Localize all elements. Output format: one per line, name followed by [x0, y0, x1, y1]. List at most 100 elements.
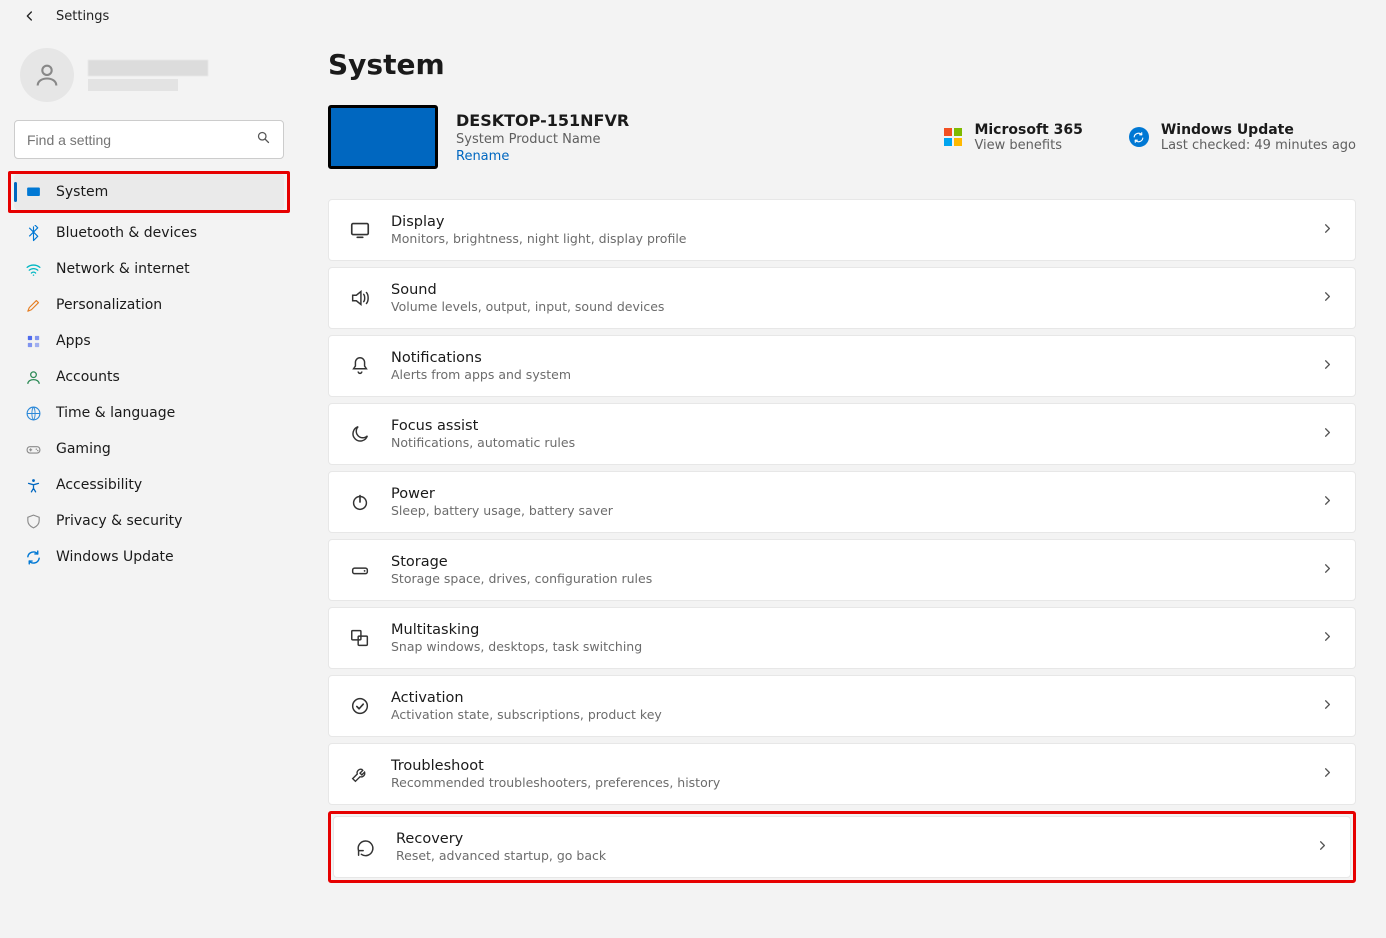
- setting-row-recovery[interactable]: RecoveryReset, advanced startup, go back: [333, 816, 1351, 878]
- setting-row-power[interactable]: PowerSleep, battery usage, battery saver: [328, 471, 1356, 533]
- wrench-icon: [349, 763, 371, 785]
- sidebar-item-privacy[interactable]: Privacy & security: [14, 503, 284, 539]
- sidebar-item-label: Windows Update: [56, 549, 174, 565]
- chevron-right-icon: [1320, 289, 1335, 308]
- sidebar-item-label: Gaming: [56, 441, 111, 457]
- search-icon: [256, 130, 271, 149]
- setting-subtitle: Notifications, automatic rules: [391, 435, 575, 450]
- accessibility-icon: [24, 476, 42, 494]
- sidebar-item-label: Network & internet: [56, 261, 190, 277]
- device-header: DESKTOP-151NFVR System Product Name Rena…: [328, 105, 1356, 169]
- sidebar-item-label: Accounts: [56, 369, 120, 385]
- globe-icon: [24, 404, 42, 422]
- monitor-icon: [349, 219, 371, 241]
- multitask-icon: [349, 627, 371, 649]
- rename-link[interactable]: Rename: [456, 149, 629, 164]
- sidebar-item-label: System: [56, 184, 108, 200]
- highlight-system: System: [8, 171, 290, 213]
- setting-subtitle: Snap windows, desktops, task switching: [391, 639, 642, 654]
- gamepad-icon: [24, 440, 42, 458]
- bell-icon: [349, 355, 371, 377]
- window-title: Settings: [56, 9, 109, 24]
- sidebar-item-apps[interactable]: Apps: [14, 323, 284, 359]
- chevron-right-icon: [1320, 493, 1335, 512]
- profile-block[interactable]: [14, 42, 284, 120]
- speaker-icon: [349, 287, 371, 309]
- setting-subtitle: Monitors, brightness, night light, displ…: [391, 231, 686, 246]
- chevron-right-icon: [1320, 425, 1335, 444]
- desktop-thumbnail: [328, 105, 438, 169]
- wu-title: Windows Update: [1161, 122, 1356, 138]
- avatar: [20, 48, 74, 102]
- main-content: System DESKTOP-151NFVR System Product Na…: [298, 42, 1386, 938]
- page-title: System: [328, 48, 1356, 81]
- setting-title: Activation: [391, 690, 662, 706]
- wu-subtitle: Last checked: 49 minutes ago: [1161, 138, 1356, 153]
- chevron-right-icon: [1320, 697, 1335, 716]
- setting-title: Troubleshoot: [391, 758, 720, 774]
- setting-row-display[interactable]: DisplayMonitors, brightness, night light…: [328, 199, 1356, 261]
- setting-title: Power: [391, 486, 613, 502]
- setting-row-multitasking[interactable]: MultitaskingSnap windows, desktops, task…: [328, 607, 1356, 669]
- sync-icon: [24, 548, 42, 566]
- back-button[interactable]: [22, 8, 38, 24]
- sidebar-item-accounts[interactable]: Accounts: [14, 359, 284, 395]
- m365-subtitle: View benefits: [974, 138, 1082, 153]
- chevron-right-icon: [1320, 765, 1335, 784]
- setting-row-storage[interactable]: StorageStorage space, drives, configurat…: [328, 539, 1356, 601]
- titlebar: Settings: [0, 0, 1386, 42]
- search-input[interactable]: [27, 132, 227, 148]
- sidebar-item-label: Apps: [56, 333, 91, 349]
- setting-row-notifications[interactable]: NotificationsAlerts from apps and system: [328, 335, 1356, 397]
- device-name: DESKTOP-151NFVR: [456, 111, 629, 130]
- windows-update-icon: [1129, 127, 1149, 147]
- setting-title: Multitasking: [391, 622, 642, 638]
- sidebar-item-system[interactable]: System: [14, 174, 284, 210]
- brush-icon: [24, 296, 42, 314]
- setting-subtitle: Sleep, battery usage, battery saver: [391, 503, 613, 518]
- drive-icon: [349, 559, 371, 581]
- setting-row-sound[interactable]: SoundVolume levels, output, input, sound…: [328, 267, 1356, 329]
- sidebar-item-label: Bluetooth & devices: [56, 225, 197, 241]
- microsoft-logo-icon: [944, 128, 962, 146]
- sidebar-item-personalization[interactable]: Personalization: [14, 287, 284, 323]
- setting-row-troubleshoot[interactable]: TroubleshootRecommended troubleshooters,…: [328, 743, 1356, 805]
- moon-icon: [349, 423, 371, 445]
- sidebar-item-label: Personalization: [56, 297, 162, 313]
- setting-subtitle: Storage space, drives, configuration rul…: [391, 571, 652, 586]
- bluetooth-icon: [24, 224, 42, 242]
- setting-title: Notifications: [391, 350, 571, 366]
- profile-name-redacted: [88, 60, 208, 76]
- sidebar-item-accessibility[interactable]: Accessibility: [14, 467, 284, 503]
- chevron-right-icon: [1320, 221, 1335, 240]
- setting-title: Storage: [391, 554, 652, 570]
- search-box[interactable]: [14, 120, 284, 159]
- sidebar-item-bluetooth[interactable]: Bluetooth & devices: [14, 215, 284, 251]
- setting-subtitle: Alerts from apps and system: [391, 367, 571, 382]
- sidebar-item-label: Accessibility: [56, 477, 142, 493]
- windows-update-card[interactable]: Windows Update Last checked: 49 minutes …: [1129, 122, 1356, 153]
- sidebar-item-gaming[interactable]: Gaming: [14, 431, 284, 467]
- display-icon: [24, 183, 42, 201]
- setting-row-focus[interactable]: Focus assistNotifications, automatic rul…: [328, 403, 1356, 465]
- apps-icon: [24, 332, 42, 350]
- setting-title: Focus assist: [391, 418, 575, 434]
- sidebar-item-network[interactable]: Network & internet: [14, 251, 284, 287]
- chevron-right-icon: [1320, 629, 1335, 648]
- setting-subtitle: Recommended troubleshooters, preferences…: [391, 775, 720, 790]
- nav-list: System Bluetooth & devices Network & inter…: [14, 171, 284, 575]
- profile-email-redacted: [88, 79, 178, 91]
- setting-row-activation[interactable]: ActivationActivation state, subscription…: [328, 675, 1356, 737]
- wifi-icon: [24, 260, 42, 278]
- m365-title: Microsoft 365: [974, 122, 1082, 138]
- sidebar-item-label: Time & language: [56, 405, 175, 421]
- setting-title: Sound: [391, 282, 664, 298]
- sidebar-item-time[interactable]: Time & language: [14, 395, 284, 431]
- setting-subtitle: Activation state, subscriptions, product…: [391, 707, 662, 722]
- sidebar: System Bluetooth & devices Network & inter…: [0, 42, 298, 938]
- setting-title: Display: [391, 214, 686, 230]
- sidebar-item-update[interactable]: Windows Update: [14, 539, 284, 575]
- device-meta: DESKTOP-151NFVR System Product Name Rena…: [456, 111, 629, 164]
- setting-title: Recovery: [396, 831, 606, 847]
- m365-card[interactable]: Microsoft 365 View benefits: [944, 122, 1082, 153]
